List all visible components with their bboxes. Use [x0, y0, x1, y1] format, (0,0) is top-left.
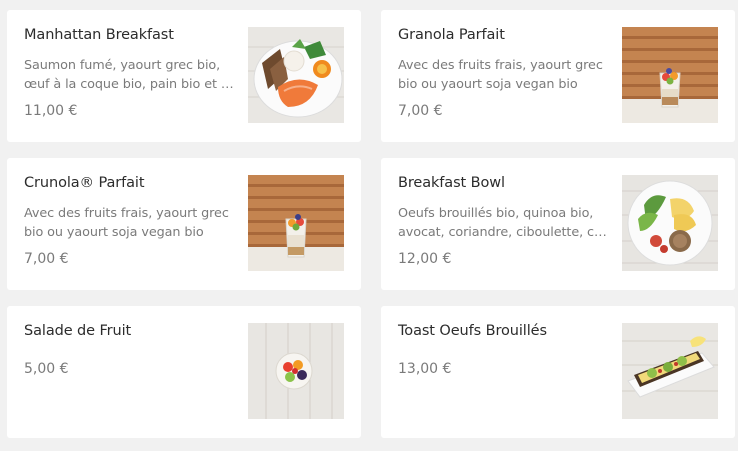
item-title: Salade de Fruit: [24, 323, 132, 339]
item-image: [622, 175, 718, 271]
item-title: Breakfast Bowl: [398, 175, 505, 191]
menu-item-card[interactable]: Salade de Fruit 5,00 €: [7, 306, 361, 438]
item-description: Saumon fumé, yaourt grec bio, œuf à la c…: [24, 58, 234, 92]
menu-item-card[interactable]: Toast Oeufs Brouillés 13,00 €: [381, 306, 735, 438]
item-price: 13,00 €: [398, 361, 452, 377]
item-description: Avec des fruits frais, yaourt grec bio o…: [24, 206, 229, 240]
item-image: [248, 27, 344, 123]
menu-item-card[interactable]: Granola Parfait Avec des fruits frais, y…: [381, 10, 735, 142]
item-price: 7,00 €: [24, 251, 69, 267]
item-image: [248, 175, 344, 271]
item-title: Manhattan Breakfast: [24, 27, 174, 43]
menu-grid: Manhattan Breakfast Saumon fumé, yaourt …: [0, 0, 738, 451]
menu-item-card[interactable]: Manhattan Breakfast Saumon fumé, yaourt …: [7, 10, 361, 142]
item-title: Crunola® Parfait: [24, 175, 145, 191]
item-image: [248, 323, 344, 419]
item-title: Toast Oeufs Brouillés: [398, 323, 547, 339]
item-description: Oeufs brouillés bio, quinoa bio, avocat,…: [398, 206, 607, 240]
item-price: 11,00 €: [24, 103, 78, 119]
item-price: 7,00 €: [398, 103, 443, 119]
menu-item-card[interactable]: Breakfast Bowl Oeufs brouillés bio, quin…: [381, 158, 735, 290]
item-image: [622, 27, 718, 123]
menu-item-card[interactable]: Crunola® Parfait Avec des fruits frais, …: [7, 158, 361, 290]
item-price: 12,00 €: [398, 251, 452, 267]
item-description: Avec des fruits frais, yaourt grec bio o…: [398, 58, 603, 92]
item-image: [622, 323, 718, 419]
item-price: 5,00 €: [24, 361, 69, 377]
item-title: Granola Parfait: [398, 27, 505, 43]
